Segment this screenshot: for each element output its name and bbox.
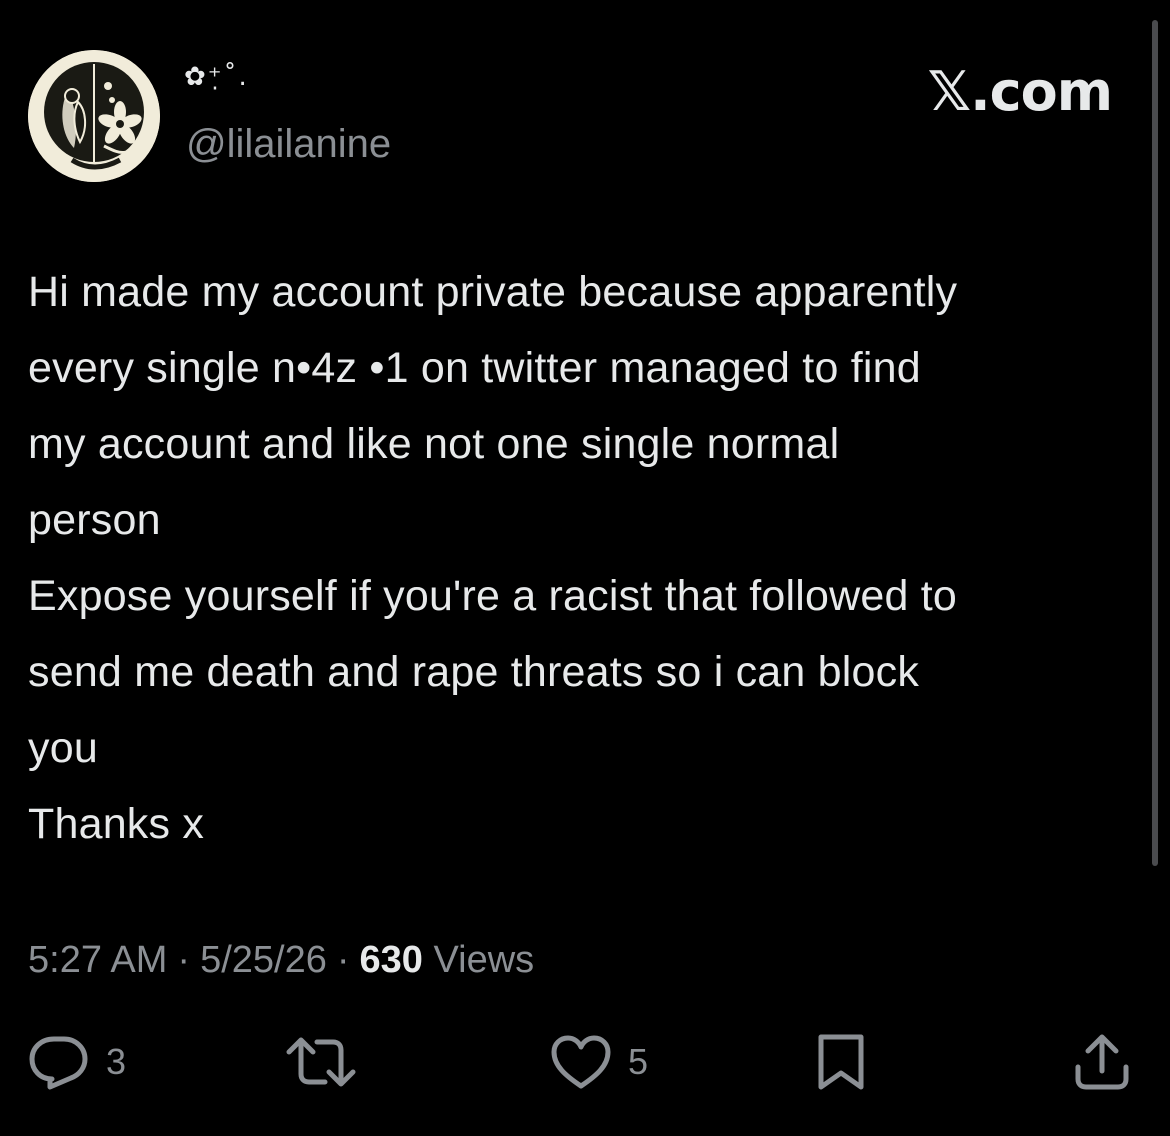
tweet-date[interactable]: 5/25/26 <box>200 939 327 981</box>
tweet-line: send me death and rape threats so i can … <box>28 648 920 696</box>
scrollbar[interactable] <box>1152 20 1158 866</box>
display-name[interactable]: ✿⁺̣˚. <box>184 62 249 112</box>
reply-icon <box>29 1036 88 1090</box>
share-button[interactable] <box>1072 1032 1132 1092</box>
tweet-text: Hi made my account private because appar… <box>28 254 1148 862</box>
tweet-line: Expose yourself if you're a racist that … <box>28 572 958 620</box>
reply-count: 3 <box>106 1041 127 1082</box>
tweet-line: my account and like not one single norma… <box>28 420 840 468</box>
avatar[interactable] <box>28 50 160 182</box>
like-count: 5 <box>628 1041 649 1082</box>
bookmark-button[interactable] <box>814 1032 868 1092</box>
views-count[interactable]: 630 <box>360 939 423 981</box>
heart-icon <box>551 1035 611 1089</box>
tweet-line: you <box>28 724 98 772</box>
x-brand-logo: 𝕏.com <box>927 60 1113 123</box>
share-icon <box>1075 1034 1129 1090</box>
meta-separator: · <box>177 939 191 981</box>
floral-illustration-icon <box>28 50 160 182</box>
views-label[interactable]: Views <box>434 939 535 981</box>
tweet-line: every single n•4z •1 on twitter managed … <box>28 344 921 392</box>
tweet-metadata: 5:27 AM · 5/25/26 · 630 Views <box>28 935 534 985</box>
like-button[interactable]: 5 <box>550 1032 648 1092</box>
meta-separator: · <box>336 939 350 981</box>
bookmark-icon <box>818 1034 864 1090</box>
repost-button[interactable] <box>285 1032 373 1092</box>
tweet-line: Thanks x <box>28 800 205 848</box>
tweet-line: person <box>28 496 161 544</box>
repost-icon <box>286 1037 356 1087</box>
tweet-time[interactable]: 5:27 AM <box>28 939 167 981</box>
user-handle[interactable]: @lilailanine <box>186 120 391 168</box>
reply-button[interactable]: 3 <box>28 1032 126 1092</box>
tweet-line: Hi made my account private because appar… <box>28 268 958 316</box>
